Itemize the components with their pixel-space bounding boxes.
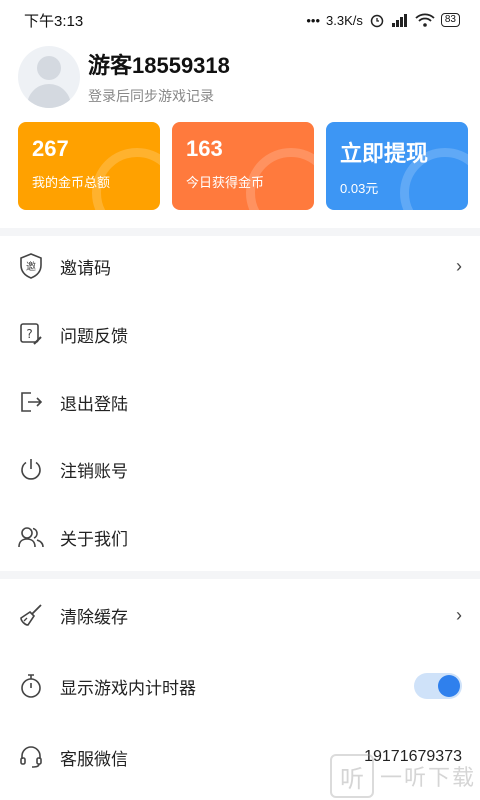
- menu-label: 注销账号: [60, 461, 128, 481]
- battery-indicator: 83: [440, 13, 460, 27]
- chevron-right-icon: ›: [456, 604, 462, 625]
- menu-item-about-us[interactable]: 关于我们: [0, 509, 480, 565]
- network-speed: 3.3K/s: [326, 12, 363, 28]
- menu-label: 关于我们: [60, 529, 128, 549]
- status-time: 下午3:13: [24, 12, 84, 30]
- svg-text:邀: 邀: [26, 260, 36, 273]
- headset-icon: [18, 744, 44, 770]
- stopwatch-icon: [18, 673, 44, 699]
- game-timer-toggle[interactable]: [414, 673, 462, 699]
- alarm-icon: [370, 14, 384, 28]
- logout-icon: [18, 389, 44, 415]
- menu-label: 问题反馈: [60, 326, 128, 346]
- menu-label: 客服微信: [60, 749, 128, 769]
- menu-item-clear-cache[interactable]: 清除缓存 ›: [0, 587, 480, 643]
- status-bar: 下午3:13 ••• 3.3K/s 83: [0, 0, 480, 40]
- coin-cards: 267 我的金币总额 163 今日获得金币 立即提现 0.03元: [18, 122, 468, 210]
- today-coins-card[interactable]: 163 今日获得金币: [172, 122, 314, 210]
- watermark-text: 一听下载: [379, 765, 476, 790]
- menu-item-logout[interactable]: 退出登陆: [0, 374, 480, 430]
- menu-label: 显示游戏内计时器: [60, 678, 196, 698]
- signal-icon: [391, 14, 407, 27]
- menu-item-delete-account[interactable]: 注销账号: [0, 441, 480, 497]
- status-icons: ••• 3.3K/s 83: [306, 12, 460, 28]
- menu-item-game-timer[interactable]: 显示游戏内计时器: [0, 658, 480, 714]
- menu-label: 清除缓存: [60, 607, 128, 627]
- chevron-right-icon: ›: [456, 255, 462, 276]
- watermark: 听 一听下载: [329, 754, 476, 798]
- more-dots-icon: •••: [306, 12, 321, 28]
- feedback-icon: ?: [18, 321, 44, 347]
- profile-subtitle: 登录后同步游戏记录: [88, 88, 214, 104]
- menu-item-feedback[interactable]: ? 问题反馈: [0, 306, 480, 362]
- menu-label: 退出登陆: [60, 394, 128, 414]
- withdraw-card[interactable]: 立即提现 0.03元: [326, 122, 468, 210]
- avatar[interactable]: [18, 46, 80, 108]
- wifi-icon: [415, 13, 435, 27]
- menu-item-invite-code[interactable]: 邀 邀请码 ›: [0, 238, 480, 294]
- profile-header[interactable]: 游客18559318 登录后同步游戏记录: [18, 46, 230, 108]
- section-divider: [0, 228, 480, 236]
- power-icon: [18, 456, 44, 482]
- users-icon: [18, 524, 44, 550]
- total-coins-card[interactable]: 267 我的金币总额: [18, 122, 160, 210]
- broom-icon: [18, 602, 44, 628]
- menu-label: 邀请码: [60, 258, 111, 278]
- username: 游客18559318: [88, 53, 230, 78]
- shield-invite-icon: 邀: [18, 253, 44, 279]
- svg-text:?: ?: [26, 327, 32, 341]
- watermark-logo: 听: [329, 754, 374, 798]
- section-divider: [0, 571, 480, 579]
